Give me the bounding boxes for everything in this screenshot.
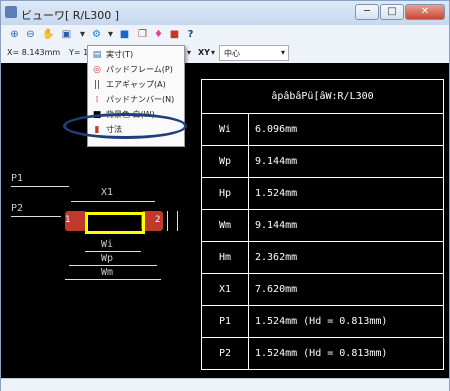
table-row: Hp 1.524mm [201, 177, 444, 210]
wp-dimension-line [69, 265, 157, 266]
height-dimension-line [177, 211, 178, 231]
pad-number-icon: ⁞ [95, 95, 99, 105]
row-value: 1.524mm (Hd = 0.813mm) [248, 337, 444, 370]
menu-item-pad-frame[interactable]: ◎ パッドフレーム(P) [88, 63, 184, 77]
wm-label: Wm [101, 267, 114, 278]
x1-label: X1 [101, 187, 114, 198]
menu-item-label: パッドフレーム(P) [106, 65, 173, 74]
table-row: Wi 6.096mm [201, 113, 444, 146]
minimize-button[interactable]: ─ [355, 4, 379, 20]
table-row: P2 1.524mm (Hd = 0.813mm) [201, 337, 444, 370]
close-button[interactable]: ✕ [405, 4, 445, 20]
title-bar: ビューワ[ R/L300 ] ─ □ ✕ [1, 1, 449, 25]
menu-item-measure[interactable]: ▤ 実寸(T) [88, 48, 184, 62]
p1-leader [11, 186, 69, 187]
row-key: X1 [201, 273, 249, 306]
measure-icon: ▤ [92, 50, 102, 60]
row-key: Hp [201, 177, 249, 210]
table-row: Wm 9.144mm [201, 209, 444, 242]
row-key: Wp [201, 145, 249, 178]
table-row: Hm 2.362mm [201, 241, 444, 274]
pan-icon[interactable]: ✋ [41, 27, 56, 42]
menu-item-pad-number[interactable]: ⁞ パッドナンバー(N) [88, 93, 184, 107]
wm-dimension-line [65, 279, 161, 280]
window-title: ビューワ[ R/L300 ] [21, 9, 120, 22]
row-key: Hm [201, 241, 249, 274]
app-icon [5, 6, 17, 18]
row-value: 9.144mm [248, 145, 444, 178]
zoom-out-icon[interactable]: ⊖ [23, 27, 38, 42]
coordinate-bar: X= 8.143mm Y= 16 ▾ XY ▾ 中心 ▾ [3, 44, 449, 62]
row-key: P2 [201, 337, 249, 370]
p1-label: P1 [11, 173, 24, 184]
viewer-window: ビューワ[ R/L300 ] ─ □ ✕ ⊕ ⊖ ✋ ▣ ▾ ⚙ ▾ ■ ❐ ♦… [0, 0, 450, 391]
table-row: Wp 9.144mm [201, 145, 444, 178]
pad-frame-icon: ◎ [93, 65, 101, 75]
row-value: 1.524mm [248, 177, 444, 210]
p2-label: P2 [11, 203, 24, 214]
row-key: P1 [201, 305, 249, 338]
chevron-down-icon[interactable]: ▾ [187, 48, 191, 57]
row-value: 7.620mm [248, 273, 444, 306]
help-icon[interactable]: ? [183, 27, 198, 42]
settings-icon[interactable]: ⚙ [89, 27, 104, 42]
pad-info-table: âpâbâPü[âW:R/L300 Wi 6.096mm Wp 9.144mm Hp… [201, 79, 444, 370]
chevron-down-icon: ▾ [280, 48, 285, 57]
pad-1-number: 1 [65, 215, 71, 225]
align-value: 中心 [224, 49, 240, 58]
row-value: 1.524mm (Hd = 0.813mm) [248, 305, 444, 338]
menu-item-air-gap[interactable]: || エアギャップ(A) [88, 78, 184, 92]
fit-icon[interactable]: ▣ [59, 27, 74, 42]
chevron-down-icon[interactable]: ▾ [211, 48, 215, 57]
x1-dimension-line [71, 201, 155, 202]
table-row: P1 1.524mm (Hd = 0.813mm) [201, 305, 444, 338]
wi-dimension-line [85, 251, 141, 252]
zoom-in-icon[interactable]: ⊕ [7, 27, 22, 42]
toolbar: ⊕ ⊖ ✋ ▣ ▾ ⚙ ▾ ■ ❐ ♦ ■ ? [3, 26, 449, 44]
row-key: Wi [201, 113, 249, 146]
height-dimension-line [167, 211, 168, 231]
p2-leader [11, 216, 61, 217]
align-dropdown[interactable]: 中心 ▾ [219, 45, 289, 61]
person-icon[interactable]: ♦ [151, 27, 166, 42]
pad-2-number: 2 [155, 215, 161, 225]
maximize-button[interactable]: □ [380, 4, 404, 20]
table-header: âpâbâPü[âW:R/L300 [201, 79, 444, 114]
wp-label: Wp [101, 253, 114, 264]
x-coordinate: X= 8.143mm [7, 48, 61, 57]
status-bar [1, 378, 449, 391]
row-value: 2.362mm [248, 241, 444, 274]
stop-icon[interactable]: ■ [167, 27, 182, 42]
highlight-ellipse [63, 113, 187, 139]
xy-selector[interactable]: XY [198, 48, 210, 57]
menu-item-label: パッドナンバー(N) [106, 95, 175, 104]
viewer-canvas[interactable]: âpâbâPü[âW:R/L300 Wi 6.096mm Wp 9.144mm Hp… [1, 63, 449, 378]
chevron-down-icon[interactable]: ▾ [75, 27, 90, 42]
row-value: 9.144mm [248, 209, 444, 242]
menu-item-label: 実寸(T) [106, 50, 134, 59]
grid-icon[interactable]: ■ [117, 27, 132, 42]
component-body [85, 212, 145, 234]
row-value: 6.096mm [248, 113, 444, 146]
wi-label: Wi [101, 239, 114, 250]
row-key: Wm [201, 209, 249, 242]
table-row: X1 7.620mm [201, 273, 444, 306]
air-gap-icon: || [93, 80, 101, 90]
chevron-down-icon[interactable]: ▾ [103, 27, 118, 42]
copy-icon[interactable]: ❐ [135, 27, 150, 42]
menu-item-label: エアギャップ(A) [106, 80, 166, 89]
